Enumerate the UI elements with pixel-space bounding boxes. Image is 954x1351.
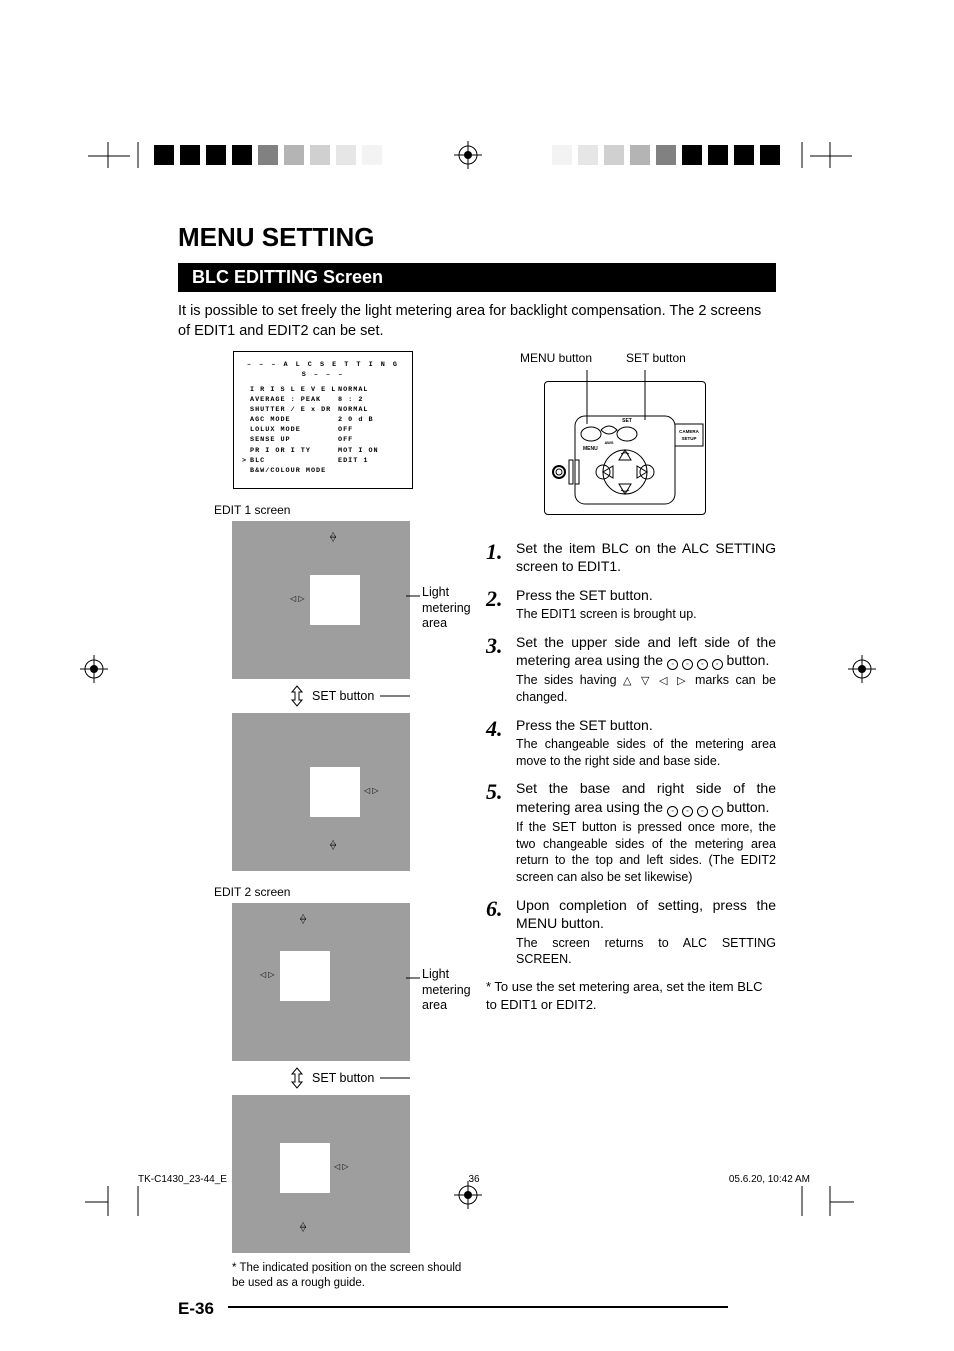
alc-row: AVERAGE : PEAK8 : 2 <box>242 395 404 405</box>
dpad-icon: ◦ <box>712 659 723 670</box>
intro-text: It is possible to set freely the light m… <box>178 302 776 341</box>
dpad-icon: ◦ <box>712 806 723 817</box>
svg-text:SETUP: SETUP <box>681 436 696 441</box>
set-button-row-2: SET button <box>288 1067 468 1089</box>
dpad-icon: ◦ <box>697 806 708 817</box>
screen-footnote: * The indicated position on the screen s… <box>232 1261 468 1291</box>
steps-list: 1.Set the item BLC on the ALC SETTING sc… <box>486 539 776 968</box>
alc-row: AGC MODE2 0 d B <box>242 415 404 425</box>
controller-diagram: SET AWS MENU <box>544 381 706 515</box>
crop-marks-top <box>0 142 954 172</box>
up-down-arrow-icon <box>288 685 306 707</box>
light-metering-label-1: Light metering area <box>422 585 471 632</box>
alc-title: – – – A L C S E T T I N G S – – – <box>242 360 404 380</box>
alc-row: PR I OR I TYMOT I ON <box>242 446 404 456</box>
dpad-icon: ◦ <box>682 659 693 670</box>
alc-row: I R I S L E V E LNORMAL <box>242 385 404 395</box>
edit1-screen-2: △▽ ◁ ▷ <box>232 713 410 871</box>
step-6: 6.Upon completion of setting, press the … <box>486 896 776 968</box>
set-button-row-1: SET button <box>288 685 468 707</box>
alc-row: SHUTTER / E x DRNORMAL <box>242 405 404 415</box>
dpad-icon: ◦ <box>697 659 708 670</box>
alc-settings-panel: – – – A L C S E T T I N G S – – – I R I … <box>233 351 413 489</box>
edit2-label: EDIT 2 screen <box>214 885 468 899</box>
dpad-icon: ◦ <box>667 806 678 817</box>
set-text: SET <box>622 418 632 424</box>
print-footer: TK-C1430_23-44_E 36 05.6.20, 10:42 AM <box>138 1174 810 1185</box>
page-number: E-36 <box>178 1299 214 1318</box>
set-button-label: SET button <box>626 351 686 365</box>
section-heading: BLC EDITTING Screen <box>178 263 776 292</box>
edit1-screen: △▽ ◁ ▷ <box>232 521 410 679</box>
step-1: 1.Set the item BLC on the ALC SETTING sc… <box>486 539 776 575</box>
svg-text:CAMERA: CAMERA <box>679 429 699 434</box>
edit2-screen: △▽ ◁ ▷ <box>232 903 410 1061</box>
alc-row: >BLCEDIT 1 <box>242 456 404 466</box>
step-5: 5.Set the base and right side of the met… <box>486 779 776 886</box>
svg-text:AWS: AWS <box>604 440 613 445</box>
registration-mark-left <box>80 655 108 683</box>
step-4: 4.Press the SET button.The changeable si… <box>486 716 776 770</box>
dpad-icon: ◦ <box>682 806 693 817</box>
step-2: 2.Press the SET button.The EDIT1 screen … <box>486 586 776 623</box>
page-title: MENU SETTING <box>178 222 776 253</box>
edit1-label: EDIT 1 screen <box>214 503 468 517</box>
alc-row: B&W/COLOUR MODE <box>242 466 404 476</box>
light-metering-label-2: Light metering area <box>422 967 471 1014</box>
up-down-arrow-icon <box>288 1067 306 1089</box>
alc-row: SENSE UPOFF <box>242 435 404 445</box>
step-3: 3.Set the upper side and left side of th… <box>486 633 776 706</box>
menu-button-label: MENU button <box>520 351 592 365</box>
dpad-icon: ◦ <box>667 659 678 670</box>
post-note: * To use the set metering area, set the … <box>486 978 776 1013</box>
alc-row: LOLUX MODEOFF <box>242 425 404 435</box>
registration-mark-right <box>848 655 876 683</box>
svg-text:MENU: MENU <box>583 446 598 452</box>
